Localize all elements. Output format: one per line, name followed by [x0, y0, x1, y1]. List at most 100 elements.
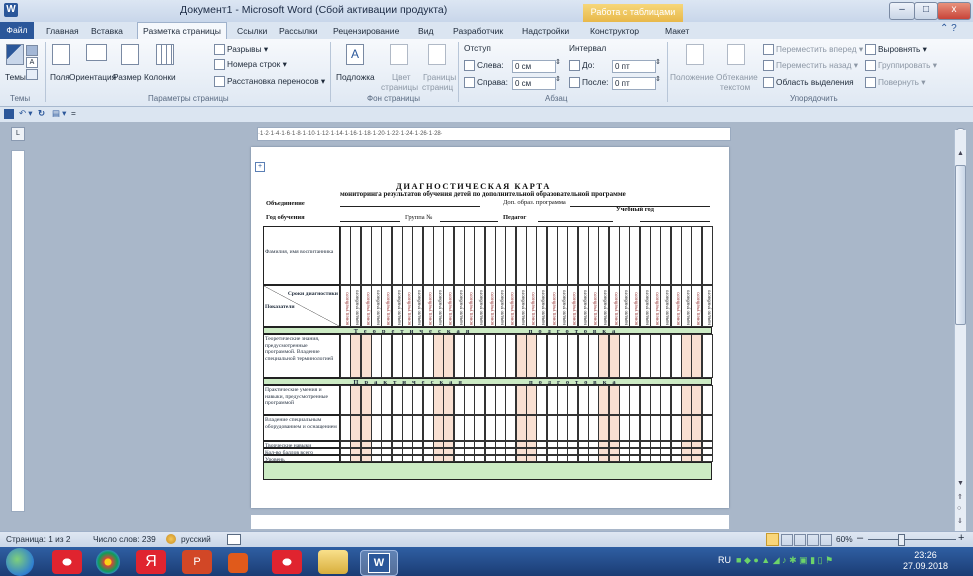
table-cell[interactable]: конец учебного	[360, 285, 372, 327]
scroll-down-icon[interactable]: ▼	[957, 480, 964, 487]
table-cell[interactable]	[484, 385, 496, 415]
table-cell[interactable]	[619, 226, 630, 285]
table-cell[interactable]	[340, 441, 351, 448]
table-cell[interactable]: начало учебного	[619, 285, 630, 327]
table-cell[interactable]	[629, 455, 641, 462]
table-cell[interactable]: конец учебного	[484, 285, 496, 327]
table-cell[interactable]	[381, 441, 393, 448]
table-cell[interactable]	[681, 441, 692, 448]
selection-pane-button[interactable]: Область выделения	[763, 77, 854, 89]
table-cell[interactable]: конец учебного	[650, 285, 661, 327]
table-cell[interactable]	[371, 385, 382, 415]
table-cell[interactable]	[701, 415, 713, 441]
table-cell[interactable]	[350, 455, 362, 462]
table-cell[interactable]	[670, 415, 682, 441]
table-cell[interactable]	[412, 441, 424, 448]
table-cell[interactable]	[464, 226, 475, 285]
table-cell[interactable]	[515, 415, 527, 441]
table-cell[interactable]	[691, 415, 703, 441]
tab-selector[interactable]: L	[11, 127, 25, 141]
status-language[interactable]: русский	[181, 534, 211, 544]
tab-home[interactable]: Главная	[46, 24, 79, 39]
table-cell[interactable]	[639, 441, 651, 448]
table-cell[interactable]	[371, 415, 382, 441]
table-cell[interactable]	[660, 334, 672, 378]
table-cell[interactable]: начало учебного	[350, 285, 362, 327]
table-cell[interactable]	[567, 441, 579, 448]
outline-view-icon[interactable]	[807, 534, 819, 546]
table-cell[interactable]	[557, 226, 568, 285]
table-cell[interactable]	[505, 385, 517, 415]
table-cell[interactable]	[474, 385, 486, 415]
table-cell[interactable]: конец учебного	[402, 285, 413, 327]
zoom-slider-track[interactable]	[868, 539, 956, 540]
status-page[interactable]: Страница: 1 из 2	[6, 534, 71, 544]
table-cell[interactable]	[391, 415, 403, 441]
table-cell[interactable]	[681, 448, 692, 455]
table-cell[interactable]	[650, 334, 661, 378]
table-row-header[interactable]: Уровень	[263, 455, 340, 462]
print-preview-icon[interactable]: ▤ ▾	[52, 108, 66, 118]
table-cell[interactable]	[433, 334, 444, 378]
table-cell[interactable]	[443, 385, 455, 415]
table-cell[interactable]	[629, 441, 641, 448]
table-cell[interactable]	[412, 415, 424, 441]
table-cell[interactable]	[495, 415, 506, 441]
table-cell[interactable]	[433, 385, 444, 415]
table-cell[interactable]	[515, 455, 527, 462]
table-cell[interactable]	[474, 455, 486, 462]
table-cell[interactable]	[402, 415, 413, 441]
table-cell[interactable]	[526, 226, 537, 285]
table-cell[interactable]	[588, 455, 599, 462]
table-cell[interactable]	[443, 448, 455, 455]
table-cell[interactable]	[464, 448, 475, 455]
table-cell[interactable]	[402, 385, 413, 415]
table-cell[interactable]	[484, 448, 496, 455]
table-cell[interactable]	[526, 334, 537, 378]
refresh-icon[interactable]: ↻	[38, 108, 45, 118]
table-cell[interactable]	[639, 455, 651, 462]
table-cell[interactable]	[577, 415, 589, 441]
tab-design[interactable]: Конструктор	[590, 24, 639, 39]
table-cell[interactable]	[588, 334, 599, 378]
table-cell[interactable]	[577, 455, 589, 462]
table-cell[interactable]: начало учебного	[371, 285, 382, 327]
table-cell[interactable]	[526, 441, 537, 448]
table-cell[interactable]	[360, 385, 372, 415]
theme-fonts-icon[interactable]: A	[26, 57, 38, 68]
table-cell[interactable]	[371, 448, 382, 455]
table-cell[interactable]	[340, 385, 351, 415]
table-cell[interactable]	[360, 455, 372, 462]
table-cell[interactable]	[598, 441, 610, 448]
table-cell[interactable]	[360, 334, 372, 378]
macro-record-icon[interactable]	[227, 534, 241, 545]
table-cell[interactable]: начало учебного	[660, 285, 672, 327]
table-cell[interactable]	[526, 448, 537, 455]
table-cell[interactable]	[350, 385, 362, 415]
zoom-in-button[interactable]: +	[958, 532, 964, 544]
table-cell[interactable]	[608, 226, 620, 285]
table-cell[interactable]: начало учебного	[453, 285, 465, 327]
table-cell[interactable]	[670, 334, 682, 378]
help-icon[interactable]: ⌃ ?	[940, 23, 957, 34]
table-cell[interactable]	[433, 441, 444, 448]
table-cell[interactable]: начало учебного	[474, 285, 486, 327]
system-tray[interactable]: RU ■ ◆ ● ▲ ◢ ♪ ✱ ▣ ▮ ▯ ⚑	[718, 555, 833, 566]
table-cell[interactable]	[629, 415, 641, 441]
table-cell[interactable]	[381, 448, 393, 455]
scroll-up-icon[interactable]: ▲	[957, 150, 964, 157]
table-cell[interactable]	[464, 441, 475, 448]
table-cell[interactable]	[691, 441, 703, 448]
table-cell[interactable]	[402, 455, 413, 462]
table-cell[interactable]	[660, 385, 672, 415]
table-cell[interactable]	[670, 385, 682, 415]
table-cell[interactable]	[381, 415, 393, 441]
tab-mailings[interactable]: Рассылки	[279, 24, 318, 39]
table-cell[interactable]	[515, 441, 527, 448]
table-cell[interactable]	[474, 334, 486, 378]
table-cell[interactable]	[422, 334, 434, 378]
position-button[interactable]: Положение	[670, 72, 714, 82]
table-cell[interactable]	[598, 385, 610, 415]
orientation-icon[interactable]	[86, 44, 107, 61]
table-cell[interactable]	[608, 415, 620, 441]
